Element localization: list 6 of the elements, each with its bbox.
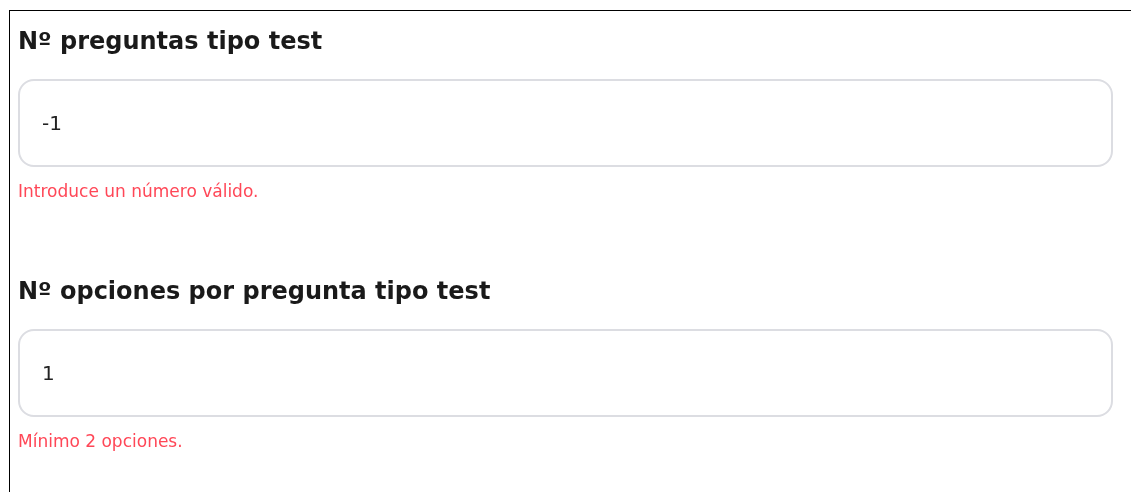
field-label: Nº opciones por pregunta tipo test — [18, 276, 492, 307]
number-input[interactable]: -1 — [18, 79, 1113, 167]
error-message: Introduce un número válido. — [18, 180, 260, 203]
error-message: Mínimo 2 opciones. — [18, 430, 184, 453]
number-input[interactable]: 1 — [18, 329, 1113, 417]
field-label: Nº preguntas tipo test — [18, 26, 324, 57]
